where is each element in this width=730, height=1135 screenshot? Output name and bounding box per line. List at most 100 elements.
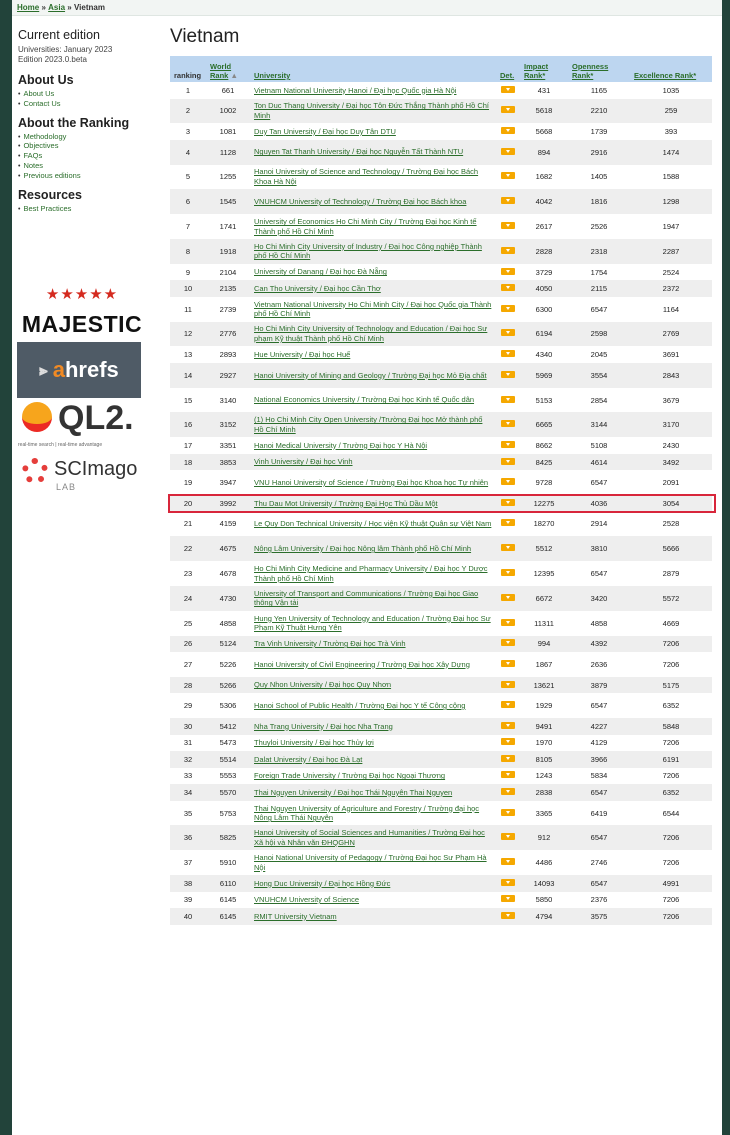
details-icon[interactable] (496, 280, 520, 297)
details-icon[interactable] (496, 321, 520, 347)
cell-impact-rank: 13621 (520, 676, 568, 694)
university-link[interactable]: Ho Chi Minh City University of Industry … (250, 238, 496, 264)
university-link[interactable]: Quy Nhon University / Đại học Quy Nhơn (250, 676, 496, 694)
col-impact-rank[interactable]: Impact Rank* (520, 56, 568, 82)
details-icon[interactable] (496, 82, 520, 99)
university-link[interactable]: Hue University / Đại học Huế (250, 346, 496, 363)
sidebar-link-best-practices[interactable]: Best Practices (18, 204, 158, 215)
university-link[interactable]: VNUHCM University of Science (250, 891, 496, 909)
col-world-rank[interactable]: World Rank ▲ (206, 56, 250, 82)
university-link[interactable]: Thai Nguyen University / Đại học Thái Ng… (250, 784, 496, 801)
university-link[interactable]: RMIT University Vietnam (250, 908, 496, 925)
university-link[interactable]: Duy Tan University / Đại học Duy Tân DTU (250, 123, 496, 140)
details-icon[interactable] (496, 850, 520, 876)
details-icon[interactable] (496, 751, 520, 768)
details-icon[interactable] (496, 189, 520, 215)
university-link[interactable]: Can Tho University / Đại học Cần Thơ (250, 280, 496, 297)
cell-openness-rank: 5834 (568, 767, 630, 785)
details-icon[interactable] (496, 214, 520, 239)
university-link[interactable]: Vietnam National University Ho Chi Minh … (250, 296, 496, 322)
university-link[interactable]: Nguyen Tat Thanh University / Đại học Ng… (250, 139, 496, 165)
scimago-logo[interactable]: SCImago LAB (12, 456, 152, 504)
details-icon[interactable] (496, 470, 520, 496)
col-university[interactable]: University (250, 56, 496, 82)
details-icon[interactable] (496, 536, 520, 562)
university-link[interactable]: Nông Lâm University / Đại học Nông lâm T… (250, 536, 496, 562)
details-icon[interactable] (496, 908, 520, 925)
cell-world-rank: 4675 (206, 536, 250, 562)
details-icon[interactable] (496, 784, 520, 801)
details-icon[interactable] (496, 585, 520, 611)
details-icon[interactable] (496, 263, 520, 281)
university-link[interactable]: Hanoi University of Mining and Geology /… (250, 362, 496, 388)
university-link[interactable]: VNU Hanoi University of Science / Trường… (250, 470, 496, 496)
university-link[interactable]: Dalat University / Đại học Đà Lạt (250, 751, 496, 768)
university-link[interactable]: Hanoi University of Social Sciences and … (250, 825, 496, 851)
university-link[interactable]: Nha Trang University / Đại học Nha Trang (250, 718, 496, 735)
university-link[interactable]: Tra Vinh University / Trường Đại học Trà… (250, 635, 496, 653)
university-link[interactable]: Hanoi University of Science and Technolo… (250, 164, 496, 190)
university-link[interactable]: Thuyloi University / Đại học Thủy lợi (250, 734, 496, 752)
details-icon[interactable] (496, 767, 520, 785)
university-link[interactable]: Ho Chi Minh City Medicine and Pharmacy U… (250, 561, 496, 586)
sidebar-link-contact-us[interactable]: Contact Us (18, 99, 158, 110)
details-icon[interactable] (496, 453, 520, 471)
details-icon[interactable] (496, 296, 520, 322)
details-icon[interactable] (496, 139, 520, 165)
cell-excellence-rank: 3679 (630, 387, 712, 413)
details-icon[interactable] (496, 734, 520, 752)
university-link[interactable]: National Economics University / Trường Đ… (250, 387, 496, 413)
details-icon[interactable] (496, 98, 520, 124)
university-link[interactable]: Hanoi National University of Pedagogy / … (250, 850, 496, 876)
university-link[interactable]: VNUHCM University of Technology / Trường… (250, 189, 496, 215)
breadcrumb-home[interactable]: Home (17, 3, 39, 12)
details-icon[interactable] (496, 652, 520, 677)
details-icon[interactable] (496, 495, 520, 512)
university-link[interactable]: Ho Chi Minh City University of Technolog… (250, 321, 496, 347)
breadcrumb-asia[interactable]: Asia (48, 3, 65, 12)
details-icon[interactable] (496, 676, 520, 694)
details-icon[interactable] (496, 387, 520, 413)
col-excellence-rank[interactable]: Excellence Rank* (630, 56, 712, 82)
ql2-logo[interactable]: QL2. real-time search | real-time advant… (12, 398, 152, 456)
details-icon[interactable] (496, 437, 520, 454)
university-link[interactable]: Hanoi Medical University / Trường Đại họ… (250, 437, 496, 454)
details-icon[interactable] (496, 238, 520, 264)
sidebar-link-previous-editions[interactable]: Previous editions (18, 171, 158, 182)
details-icon[interactable] (496, 635, 520, 653)
table-row: 6 1545 VNUHCM University of Technology / T… (170, 189, 712, 215)
university-link[interactable]: University of Danang / Đại học Đà Nẵng (250, 263, 496, 281)
details-icon[interactable] (496, 123, 520, 140)
details-icon[interactable] (496, 164, 520, 190)
details-icon[interactable] (496, 346, 520, 363)
details-icon[interactable] (496, 891, 520, 909)
details-icon[interactable] (496, 511, 520, 537)
details-icon[interactable] (496, 412, 520, 438)
col-det[interactable]: Det. (496, 56, 520, 82)
university-link[interactable]: Foreign Trade University / Trường Đại họ… (250, 767, 496, 785)
university-link[interactable]: Thu Dau Mot University / Trường Đại Học … (250, 495, 496, 512)
details-icon[interactable] (496, 610, 520, 636)
details-icon[interactable] (496, 875, 520, 892)
details-icon[interactable] (496, 362, 520, 388)
university-link[interactable]: University of Transport and Communicatio… (250, 585, 496, 611)
details-icon[interactable] (496, 693, 520, 719)
details-icon[interactable] (496, 800, 520, 826)
col-openness-rank[interactable]: Openness Rank* (568, 56, 630, 82)
details-icon[interactable] (496, 718, 520, 735)
university-link[interactable]: Hanoi University of Civil Engineering / … (250, 652, 496, 677)
university-link[interactable]: Hanoi School of Public Health / Trường Đ… (250, 693, 496, 719)
university-link[interactable]: Ton Duc Thang University / Đại học Tôn Đ… (250, 98, 496, 124)
details-icon[interactable] (496, 561, 520, 586)
university-link[interactable]: (1) Ho Chi Minh City Open University /Tr… (250, 412, 496, 438)
ahrefs-logo[interactable]: ⫸ a hrefs (17, 342, 141, 398)
university-link[interactable]: Thai Nguyen University of Agriculture an… (250, 800, 496, 826)
majestic-logo[interactable]: ★★★★★ MAJESTIC (12, 282, 152, 342)
university-link[interactable]: Hung Yen University of Technology and Ed… (250, 610, 496, 636)
details-icon[interactable] (496, 825, 520, 851)
university-link[interactable]: University of Economics Ho Chi Minh City… (250, 214, 496, 239)
university-link[interactable]: Vinh University / Đại học Vinh (250, 453, 496, 471)
university-link[interactable]: Hong Duc University / Đại học Hồng Đức (250, 875, 496, 892)
university-link[interactable]: Le Quy Don Technical University / Học vi… (250, 511, 496, 537)
university-link[interactable]: Vietnam National University Hanoi / Đại … (250, 82, 496, 99)
